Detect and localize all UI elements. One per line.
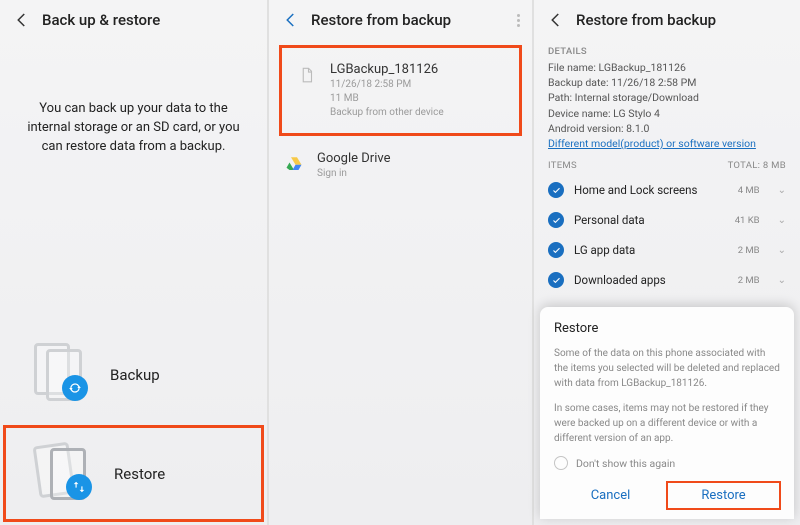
restore-label: Restore [114,465,165,483]
dont-show-checkbox[interactable]: Don't show this again [554,456,780,470]
chevron-down-icon[interactable]: ⌄ [778,215,786,226]
gdrive-sub: Sign in [317,167,390,180]
gdrive-icon [283,153,305,175]
page-title: Restore from backup [576,11,716,29]
radio-icon[interactable] [554,456,568,470]
page-title: Restore from backup [311,11,451,29]
sync-icon [62,375,88,401]
google-drive-item[interactable]: Google Drive Sign in [269,141,532,190]
diff-model-link[interactable]: Different model(product) or software ver… [548,137,756,150]
restore-confirm-sheet: Restore Some of the data on this phone a… [540,307,794,519]
file-name: File name: LGBackup_181126 [534,60,800,75]
check-icon[interactable] [548,182,564,198]
cancel-button[interactable]: Cancel [554,482,667,509]
chevron-down-icon[interactable]: ⌄ [778,185,786,196]
backup-name: LGBackup_181126 [330,62,444,77]
page-title: Back up & restore [42,11,160,29]
restore-option[interactable]: Restore [4,426,263,521]
item-row[interactable]: Home and Lock screens 4 MB ⌄ [534,175,800,205]
item-row[interactable]: Downloaded apps 2 MB ⌄ [534,265,800,295]
total-size: TOTAL: 8 MB [728,160,786,171]
check-icon[interactable] [548,272,564,288]
backup-option[interactable]: Backup [0,327,267,422]
transfer-icon [66,474,92,500]
check-icon[interactable] [548,242,564,258]
back-icon[interactable] [546,10,566,30]
sheet-warn2: In some cases, items may not be restored… [554,401,780,446]
backup-date: Backup date: 11/26/18 2:58 PM [534,75,800,90]
sheet-warn1: Some of the data on this phone associate… [554,346,780,391]
check-icon[interactable] [548,212,564,228]
back-icon[interactable] [12,10,32,30]
sheet-title: Restore [554,321,780,336]
chevron-down-icon[interactable]: ⌄ [778,275,786,286]
chevron-down-icon[interactable]: ⌄ [778,245,786,256]
details-header: DETAILS [534,40,800,60]
intro-text: You can back up your data to the interna… [0,40,267,157]
gdrive-name: Google Drive [317,151,390,166]
backup-file-item[interactable]: LGBackup_181126 11/26/18 2:58 PM 11 MB B… [279,45,522,136]
backup-date: 11/26/18 2:58 PM [330,78,444,91]
path: Path: Internal storage/Download [534,90,800,105]
android-version: Android version: 8.1.0 [534,121,800,136]
item-row[interactable]: LG app data 2 MB ⌄ [534,235,800,265]
back-icon[interactable] [281,10,301,30]
items-header: ITEMS [548,160,577,171]
device-name: Device name: LG Stylo 4 [534,106,800,121]
backup-label: Backup [110,366,160,384]
backup-size: 11 MB [330,92,444,105]
item-row[interactable]: Personal data 41 KB ⌄ [534,205,800,235]
more-icon[interactable] [517,14,520,27]
restore-button[interactable]: Restore [667,482,780,509]
backup-note: Backup from other device [330,106,444,119]
file-icon [296,64,318,86]
